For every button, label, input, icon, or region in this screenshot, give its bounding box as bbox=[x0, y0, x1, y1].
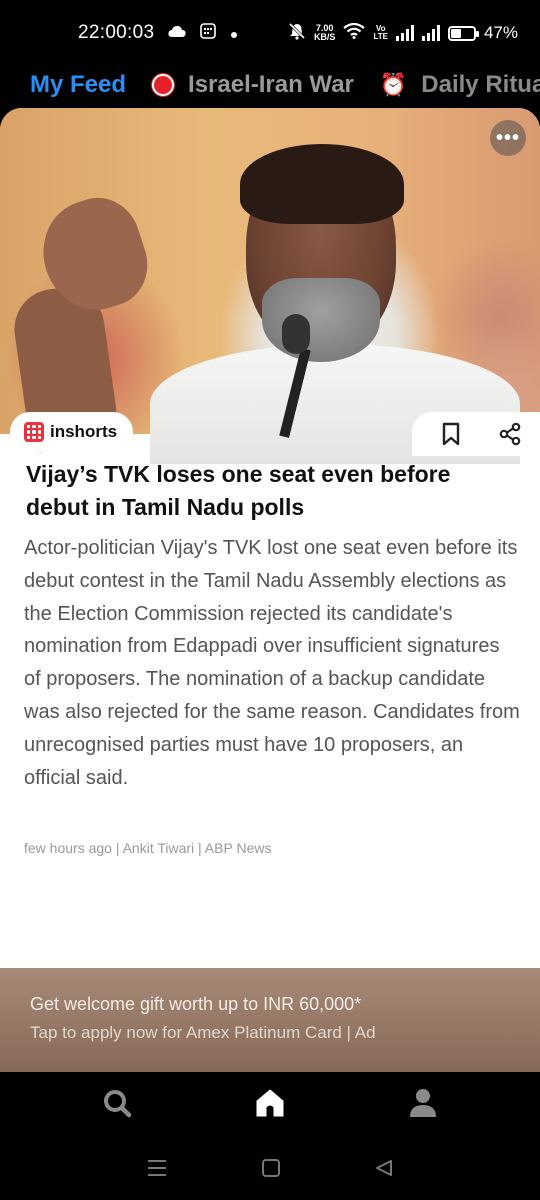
brand-badge: inshorts bbox=[10, 412, 134, 452]
tab-label: Israel-Iran War bbox=[188, 71, 354, 98]
tab-label: Daily Ritual bbox=[421, 71, 540, 98]
profile-icon bbox=[409, 1088, 437, 1123]
notification-dot-icon bbox=[230, 23, 238, 44]
news-image: ••• bbox=[0, 108, 540, 464]
volte-indicator: Vo LTE bbox=[373, 25, 388, 41]
more-options-button[interactable]: ••• bbox=[490, 120, 526, 156]
search-icon bbox=[102, 1088, 132, 1123]
nav-profile-button[interactable] bbox=[393, 1080, 453, 1130]
inshorts-logo-icon bbox=[24, 422, 44, 442]
mute-bell-icon bbox=[288, 22, 306, 45]
news-body: Actor-politician Vijay's TVK lost one se… bbox=[24, 537, 520, 789]
network-speed-unit: KB/S bbox=[313, 32, 336, 42]
status-bar: 22:00:03 7.00 KB/S Vo LTE 47% bbox=[0, 0, 540, 66]
signal-icon bbox=[395, 25, 414, 41]
card-actions bbox=[412, 412, 540, 456]
bookmark-icon[interactable] bbox=[440, 422, 462, 446]
category-tabs: My Feed Israel-Iran War ⏰ Daily Ritual bbox=[0, 64, 540, 106]
ad-subtitle: Tap to apply now for Amex Platinum Card … bbox=[30, 1023, 376, 1042]
live-dot-icon bbox=[152, 74, 175, 96]
tab-israel-iran-war[interactable]: Israel-Iran War bbox=[152, 71, 354, 99]
nav-search-button[interactable] bbox=[87, 1080, 147, 1130]
alarm-clock-icon: ⏰ bbox=[379, 72, 408, 97]
wifi-icon bbox=[343, 22, 366, 44]
tab-daily-ritual[interactable]: ⏰ Daily Ritual bbox=[380, 71, 540, 99]
signal-icon-2 bbox=[421, 25, 440, 41]
ad-title: Get welcome gift worth up to INR 60,000* bbox=[30, 994, 362, 1014]
network-speed: 7.00 KB/S bbox=[314, 24, 336, 42]
volte-bottom: LTE bbox=[373, 32, 388, 41]
recents-icon[interactable] bbox=[146, 1159, 168, 1182]
back-icon[interactable] bbox=[374, 1158, 394, 1183]
status-time: 22:00:03 bbox=[78, 22, 155, 43]
news-card[interactable]: ••• inshorts Vijay’s TVK loses one seat … bbox=[0, 108, 540, 968]
share-icon[interactable] bbox=[498, 422, 522, 446]
ad-banner[interactable]: Get welcome gift worth up to INR 60,000*… bbox=[0, 968, 540, 1072]
calendar-app-icon bbox=[200, 22, 217, 44]
nav-home-button[interactable] bbox=[240, 1080, 300, 1130]
bottom-navigation bbox=[0, 1072, 540, 1138]
system-navigation bbox=[0, 1140, 540, 1200]
news-meta: few hours ago | Ankit Tiwari | ABP News bbox=[24, 840, 272, 856]
home-icon bbox=[254, 1088, 286, 1123]
tab-label: My Feed bbox=[30, 71, 127, 98]
home-square-icon[interactable] bbox=[261, 1158, 281, 1183]
tab-my-feed[interactable]: My Feed bbox=[30, 71, 126, 99]
battery-fill bbox=[450, 28, 462, 38]
battery-icon bbox=[447, 25, 479, 41]
battery-percent: 47% bbox=[483, 23, 518, 42]
news-headline: Vijay’s TVK loses one seat even before d… bbox=[26, 461, 451, 520]
brand-name: inshorts bbox=[50, 422, 118, 441]
cloud-icon bbox=[168, 23, 186, 44]
